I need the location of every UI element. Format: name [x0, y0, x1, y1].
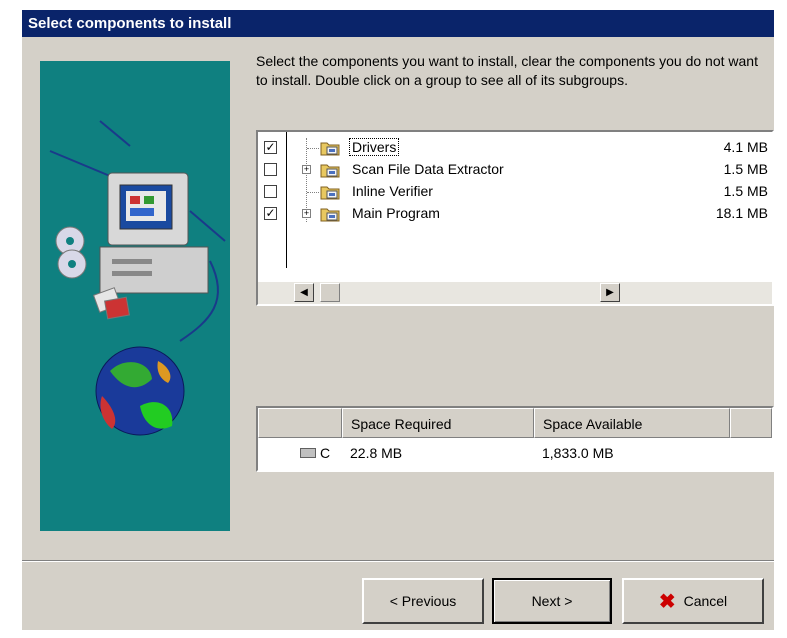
tree-item-label: Main Program [352, 205, 440, 221]
tree-item-size: 1.5 MB [723, 161, 768, 177]
folder-icon [320, 142, 340, 156]
previous-button-label: < Previous [389, 593, 457, 609]
tree-item-main-program[interactable]: ✓ + Main Program 18.1 MB [258, 204, 768, 226]
drive-letter: C [320, 445, 331, 461]
tree-guide [307, 148, 319, 149]
tree-item-scan-file-data-extractor[interactable]: + Scan File Data Extractor 1.5 MB [258, 160, 768, 182]
installer-window: Select components to install Select the … [22, 10, 774, 630]
tree-item-size: 1.5 MB [723, 183, 768, 199]
folder-icon [320, 164, 340, 178]
tree-guide [307, 192, 319, 193]
drive-icon [300, 448, 316, 458]
space-available-value: 1,833.0 MB [542, 445, 614, 461]
instructions-text: Select the components you want to instal… [256, 53, 758, 88]
horizontal-scrollbar[interactable]: ◀ ▶ [258, 282, 772, 304]
tree-item-drivers[interactable]: ✓ Drivers 4.1 MB [258, 138, 768, 160]
inline-verifier-checkbox[interactable] [264, 185, 277, 198]
folder-icon [320, 186, 340, 200]
tree-item-label: Scan File Data Extractor [352, 161, 504, 177]
cancel-button[interactable]: ✖ Cancel [622, 578, 764, 624]
window-title: Select components to install [28, 15, 232, 32]
expand-plus-icon[interactable]: + [302, 209, 311, 218]
spare-column-header [730, 408, 772, 438]
computer-globe-illustration [49, 120, 226, 436]
tree-item-label: Inline Verifier [352, 183, 433, 199]
tree-item-size: 18.1 MB [715, 205, 768, 221]
drivers-checkbox[interactable]: ✓ [264, 141, 277, 154]
expand-plus-icon[interactable]: + [302, 165, 311, 174]
main-program-checkbox[interactable]: ✓ [264, 207, 277, 220]
space-required-value: 22.8 MB [350, 445, 403, 461]
tree-item-label: Drivers [348, 138, 400, 156]
side-illustration-panel [40, 61, 230, 531]
tree-item-size: 4.1 MB [723, 139, 768, 155]
next-button[interactable]: Next > [492, 578, 612, 624]
space-required-header: Space Required [342, 408, 534, 438]
cancel-button-label: Cancel [683, 593, 728, 609]
component-tree[interactable]: ✓ Drivers 4.1 MB + Scan File Data Extrac… [256, 130, 774, 306]
drive-column-header [258, 408, 342, 438]
scan-file-data-extractor-checkbox[interactable] [264, 163, 277, 176]
folder-icon [320, 208, 340, 222]
next-button-label: Next > [531, 593, 573, 609]
tree-item-inline-verifier[interactable]: Inline Verifier 1.5 MB [258, 182, 768, 204]
cancel-x-icon: ✖ [658, 590, 676, 613]
scroll-right-button[interactable]: ▶ [600, 283, 620, 302]
bottom-separator [22, 560, 774, 562]
scroll-thumb[interactable] [320, 283, 340, 302]
previous-button[interactable]: < Previous [362, 578, 484, 624]
scroll-left-button[interactable]: ◀ [294, 283, 314, 302]
space-available-header: Space Available [534, 408, 730, 438]
title-bar: Select components to install [22, 10, 774, 37]
disk-space-table: Space Required Space Available C 22.8 MB… [256, 406, 774, 472]
